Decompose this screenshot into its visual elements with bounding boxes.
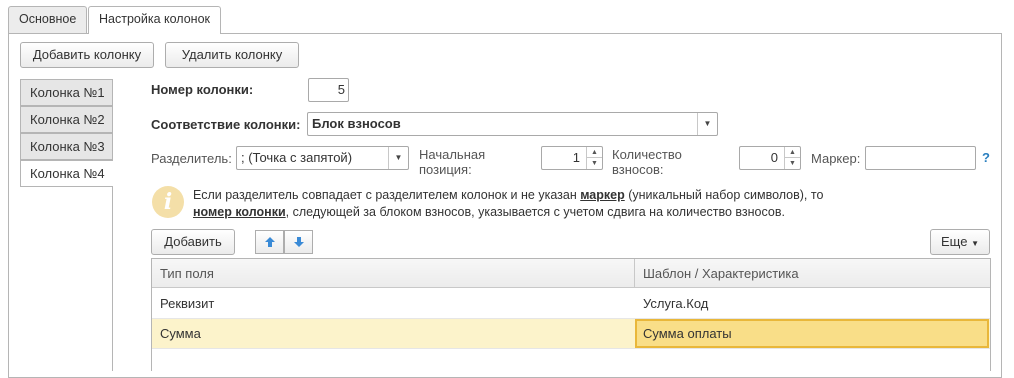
- column-tab-3[interactable]: Колонка №3: [20, 133, 112, 160]
- table-cell: Реквизит: [160, 296, 215, 311]
- header-field-type[interactable]: Тип поля: [152, 259, 634, 288]
- table-cell-text: Сумма оплаты: [643, 326, 732, 341]
- move-up-button[interactable]: [255, 230, 284, 254]
- column-tabs-divider: [112, 187, 113, 371]
- delete-column-button[interactable]: Удалить колонку: [165, 42, 299, 68]
- count-value: 0: [770, 150, 778, 165]
- count-label: Количество взносов:: [612, 147, 682, 177]
- column-tab-4[interactable]: Колонка №4: [20, 160, 113, 187]
- mapping-label: Соответствие колонки:: [151, 117, 301, 132]
- arrow-up-icon: [265, 237, 275, 247]
- start-position-input[interactable]: 1 ▲ ▼: [541, 146, 603, 170]
- separator-select[interactable]: ; (Точка с запятой) ▼: [236, 146, 409, 170]
- column-tab-1[interactable]: Колонка №1: [20, 79, 112, 106]
- column-number-input[interactable]: 5: [308, 78, 349, 102]
- start-position-value: 1: [572, 150, 580, 165]
- table-row[interactable]: Реквизит Услуга.Код: [152, 289, 990, 319]
- help-icon[interactable]: ?: [982, 150, 990, 165]
- info-marker-link: маркер: [580, 188, 625, 202]
- marker-input[interactable]: [865, 146, 976, 170]
- start-position-label: Начальная позиция:: [419, 147, 486, 177]
- table-row-selected[interactable]: Сумма Сумма оплаты: [152, 319, 990, 349]
- info-text-line-2: номер колонки, следующей за блоком взнос…: [193, 205, 785, 219]
- move-down-button[interactable]: [284, 230, 313, 254]
- table-cell-selected[interactable]: Сумма оплаты: [635, 319, 989, 348]
- count-stepper[interactable]: ▲ ▼: [784, 147, 800, 169]
- column-tabs-divider: [112, 79, 113, 160]
- info-column-number-link: номер колонки: [193, 205, 286, 219]
- info-icon: i: [152, 186, 184, 218]
- mapping-select[interactable]: Блок взносов ▼: [307, 112, 718, 136]
- table-header: Тип поля Шаблон / Характеристика: [152, 259, 990, 288]
- add-row-button[interactable]: Добавить: [151, 229, 235, 255]
- table-cell: Сумма: [160, 326, 201, 341]
- tab-column-settings[interactable]: Настройка колонок: [88, 6, 222, 34]
- chevron-down-icon[interactable]: ▼: [697, 113, 717, 135]
- count-input[interactable]: 0 ▲ ▼: [739, 146, 801, 170]
- tab-main[interactable]: Основное: [8, 6, 88, 33]
- add-column-button[interactable]: Добавить колонку: [20, 42, 154, 68]
- info-text-line-1: Если разделитель совпадает с разделителе…: [193, 188, 824, 202]
- more-button[interactable]: Еще ▼: [930, 229, 990, 255]
- arrow-down-icon: [294, 237, 304, 247]
- table-cell: Услуга.Код: [643, 296, 709, 311]
- column-number-label: Номер колонки:: [151, 82, 254, 97]
- fields-table: Тип поля Шаблон / Характеристика Реквизи…: [151, 258, 991, 371]
- chevron-down-icon: ▼: [971, 239, 979, 248]
- mapping-value: Блок взносов: [312, 116, 401, 131]
- separator-label: Разделитель:: [151, 151, 232, 166]
- marker-label: Маркер:: [811, 151, 861, 166]
- start-position-stepper[interactable]: ▲ ▼: [586, 147, 602, 169]
- header-template[interactable]: Шаблон / Характеристика: [635, 259, 990, 288]
- column-tab-2[interactable]: Колонка №2: [20, 106, 112, 133]
- separator-value: ; (Точка с запятой): [241, 150, 353, 165]
- chevron-down-icon[interactable]: ▼: [388, 147, 408, 169]
